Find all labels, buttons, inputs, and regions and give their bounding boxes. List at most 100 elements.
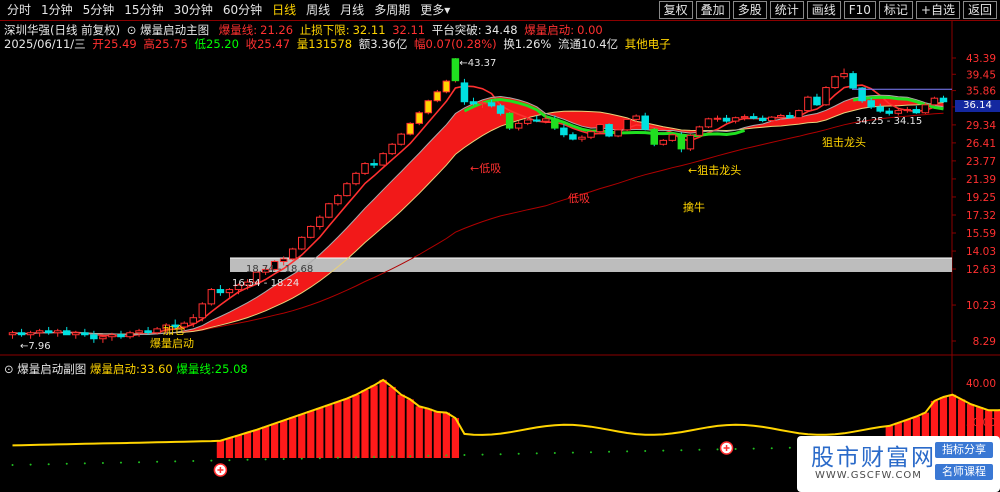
sub-bl-dot [716, 448, 719, 451]
candle-body [632, 115, 640, 120]
period-tab[interactable]: 分时 [2, 2, 36, 18]
candle-body [659, 139, 668, 145]
period-tab[interactable]: 月线 [335, 2, 369, 18]
signal-dixi-1: ←低吸 [470, 162, 501, 175]
period-tab[interactable]: 5分钟 [78, 2, 120, 18]
signal-zhuiji-1: ←狙击龙头 [688, 164, 741, 177]
sub-bl-dot [589, 451, 592, 454]
candle-body [207, 289, 216, 305]
period-toolbar: 分时 1分钟 5分钟 15分钟 30分钟 60分钟 日线 周线 月线 多周期 更多▾ 复权 叠加 多股统… [0, 0, 1000, 21]
sub-axis-label: 40.00 [966, 378, 996, 390]
period-tab[interactable]: 1分钟 [36, 2, 78, 18]
candle-body [813, 96, 821, 106]
sub-bar [379, 379, 387, 458]
sub-bl-dot [644, 450, 647, 452]
candle-body [126, 332, 134, 338]
period-tab[interactable]: 多周期 [369, 2, 415, 18]
candle-body [695, 126, 704, 136]
toolbar-button[interactable]: +自选 [915, 1, 960, 19]
candle-body [117, 334, 125, 338]
sub-bar [252, 429, 261, 458]
sub-bl-dot [119, 461, 122, 464]
candle-body [487, 102, 496, 107]
signal-jiakou: 加仓 [163, 323, 185, 337]
band-bottom-label: 16.54 - 18.24 [232, 278, 299, 289]
candle-body [460, 82, 469, 103]
sub-bl-dot [192, 460, 195, 462]
sub-bar [370, 385, 378, 458]
sub-bar [216, 440, 225, 458]
sub-qd-value: 33.60 [139, 362, 173, 376]
sub-bl-dot [101, 462, 104, 464]
site-watermark: 股市财富网 WWW.GSCFW.COM 指标分享 名师课程 [797, 436, 1000, 492]
candle-body [795, 110, 803, 119]
toolbar-button[interactable]: 画线 [806, 1, 841, 19]
candle-body [668, 134, 677, 141]
candle-body [704, 118, 713, 128]
price-axis-label: 26.41 [966, 138, 996, 150]
toolbar-button[interactable]: 叠加 [695, 1, 730, 19]
candle-body [731, 117, 740, 122]
period-tab[interactable]: 更多▾ [415, 2, 455, 18]
candle-body [777, 114, 785, 118]
sub-bl-dot [680, 449, 683, 452]
watermark-badge-course[interactable]: 名师课程 [935, 464, 993, 480]
candle-body [424, 100, 433, 114]
sub-bl-dot [300, 457, 303, 460]
sub-indicator-name[interactable]: ⊙ 爆量启动副图 [4, 362, 86, 376]
candle-body [858, 87, 866, 102]
period-tab[interactable]: 30分钟 [169, 2, 218, 18]
period-tab[interactable]: 60分钟 [218, 2, 267, 18]
candle-body [831, 76, 839, 89]
candle-body [44, 330, 53, 334]
candle-body [722, 117, 731, 122]
toolbar-button[interactable]: 复权 [658, 1, 693, 19]
candle-body [325, 203, 333, 218]
watermark-badge-share[interactable]: 指标分享 [935, 442, 993, 458]
sub-bar [343, 398, 351, 458]
toolbar-button[interactable]: 多股 [732, 1, 767, 19]
candle-body [451, 58, 460, 82]
sub-bl-dot [571, 451, 574, 454]
sub-bl-dot [698, 448, 701, 451]
toolbar-button[interactable]: 标记 [878, 1, 913, 19]
candle-body [307, 225, 315, 238]
sub-bl-dot [662, 449, 665, 452]
candle-body [786, 114, 794, 119]
sub-bar [352, 394, 360, 458]
sub-bl-dot [47, 463, 50, 466]
candle-body [596, 124, 604, 133]
sub-bl-dot [264, 458, 267, 461]
candle-body [514, 122, 523, 129]
candle-body [478, 102, 487, 105]
price-chart[interactable]: ←43.37 ←7.96 18.74 - 18.68 16.54 - 18.24 34.… [0, 20, 1000, 492]
period-tab[interactable]: 日线 [267, 2, 301, 18]
current-price-tag: 36.14 [955, 100, 1000, 112]
sub-bl-dot [373, 456, 376, 458]
toolbar-button[interactable]: F10 [843, 1, 876, 19]
sub-bar [243, 432, 252, 458]
candle-body [81, 332, 89, 336]
signal-qinniu: 擒牛 [683, 200, 705, 214]
period-tab[interactable]: 周线 [301, 2, 335, 18]
period-tab[interactable]: 15分钟 [119, 2, 168, 18]
sub-bl-dot [282, 458, 285, 460]
sub-bar [361, 390, 369, 458]
toolbar-button[interactable]: 返回 [962, 1, 997, 19]
sub-bl-dot [481, 453, 484, 456]
candle-body [578, 136, 586, 140]
sub-bl-dot [535, 452, 538, 455]
candle-body [876, 106, 884, 112]
candle-body [921, 104, 930, 114]
sub-bar [424, 408, 432, 458]
sub-bl-dot [65, 462, 68, 465]
sub-bl-dot [246, 458, 249, 461]
sub-bl-dot [210, 459, 213, 462]
price-axis-label: 19.25 [966, 192, 996, 204]
candle-body [912, 109, 921, 114]
toolbar-button[interactable]: 统计 [769, 1, 804, 19]
candle-body [523, 119, 532, 124]
sub-bl-dot [336, 456, 339, 459]
candle-body [650, 128, 659, 145]
candle-body [532, 119, 541, 122]
